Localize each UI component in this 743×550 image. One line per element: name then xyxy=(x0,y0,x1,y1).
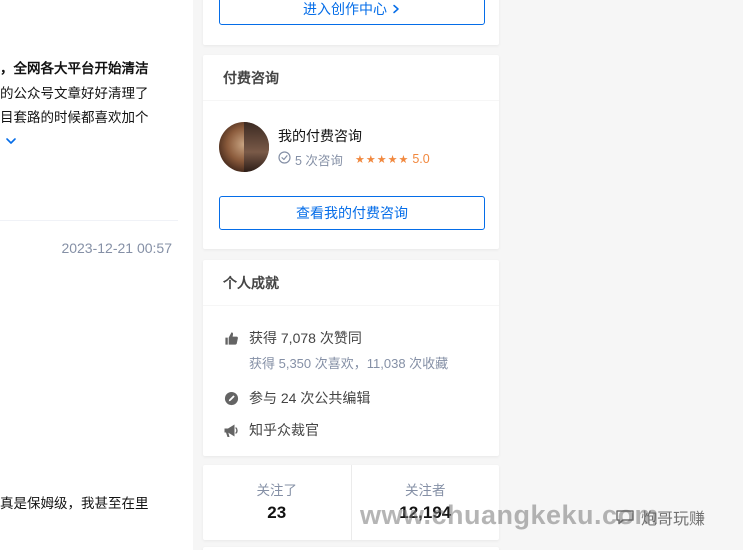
star-icon: ★ xyxy=(387,153,398,166)
chevron-right-icon xyxy=(391,1,401,17)
achievements-heading: 个人成就 xyxy=(203,260,499,306)
edits-item: 参与 24 次公共编辑 xyxy=(223,387,448,409)
judge-item: 知乎众裁官 xyxy=(223,419,448,441)
chat-bubble-icon xyxy=(615,509,635,525)
following-count: 23 xyxy=(267,503,287,522)
consult-count: 5 次咨询 xyxy=(295,153,343,168)
rating-value: 5.0 xyxy=(412,152,430,166)
megaphone-icon xyxy=(223,422,239,438)
following-stat[interactable]: 关注了 23 xyxy=(203,465,351,540)
judge-text: 知乎众裁官 xyxy=(249,422,319,438)
creator-center-label: 进入创作中心 xyxy=(303,0,387,17)
thumbs-up-icon xyxy=(223,330,239,346)
likes-item: 获得 7,078 次赞同 xyxy=(223,327,448,349)
star-icon: ★ xyxy=(354,153,365,166)
chevron-down-icon[interactable] xyxy=(4,134,18,148)
followers-label: 关注者 xyxy=(405,483,446,498)
feed-divider xyxy=(0,220,178,221)
answer-excerpt-line[interactable]: 的公众号文章好好清理了 xyxy=(0,84,149,104)
answer-excerpt-bold[interactable]: ，全网各大平台开始清洁 xyxy=(0,59,149,79)
answer-excerpt-line[interactable]: 真是保姆级，我甚至在里 xyxy=(0,494,149,514)
watermark-badge: 炮哥玩赚 xyxy=(615,505,705,529)
consult-item[interactable]: 我的付费咨询 5 次咨询 ★ ★ ★ ★ ★ 5.0 xyxy=(219,122,430,172)
pencil-icon xyxy=(223,390,239,406)
creator-center-button[interactable]: 进入创作中心 xyxy=(219,0,485,25)
rating-stars: ★ ★ ★ ★ ★ xyxy=(355,153,408,166)
consult-title[interactable]: 我的付费咨询 xyxy=(278,126,430,146)
check-circle-icon xyxy=(278,151,291,167)
avatar[interactable] xyxy=(219,122,269,172)
star-icon: ★ xyxy=(376,153,387,166)
likes-text: 获得 7,078 次赞同 xyxy=(249,330,362,346)
feed-column: ，全网各大平台开始清洁 的公众号文章好好清理了 目套路的时候都喜欢加个 2023… xyxy=(0,0,193,550)
paid-consult-card: 付费咨询 我的付费咨询 5 次咨询 ★ ★ ★ ★ ★ 5.0 查看我的付费咨询 xyxy=(203,55,499,249)
watermark-badge-text: 炮哥玩赚 xyxy=(641,511,706,528)
achievements-card: 个人成就 获得 7,078 次赞同 获得 5,350 次喜欢，11,038 次收… xyxy=(203,260,499,456)
edits-text: 参与 24 次公共编辑 xyxy=(249,390,371,406)
star-icon: ★ xyxy=(365,153,376,166)
following-label: 关注了 xyxy=(256,483,298,498)
likes-subtext: 获得 5,350 次喜欢，11,038 次收藏 xyxy=(249,356,449,371)
answer-timestamp[interactable]: 2023-12-21 00:57 xyxy=(61,240,172,256)
view-paid-consult-button[interactable]: 查看我的付费咨询 xyxy=(219,196,485,230)
paid-consult-heading: 付费咨询 xyxy=(203,55,499,101)
answer-excerpt-line[interactable]: 目套路的时候都喜欢加个 xyxy=(0,108,149,128)
creator-card: 进入创作中心 xyxy=(203,0,499,45)
star-icon: ★ xyxy=(398,153,409,166)
